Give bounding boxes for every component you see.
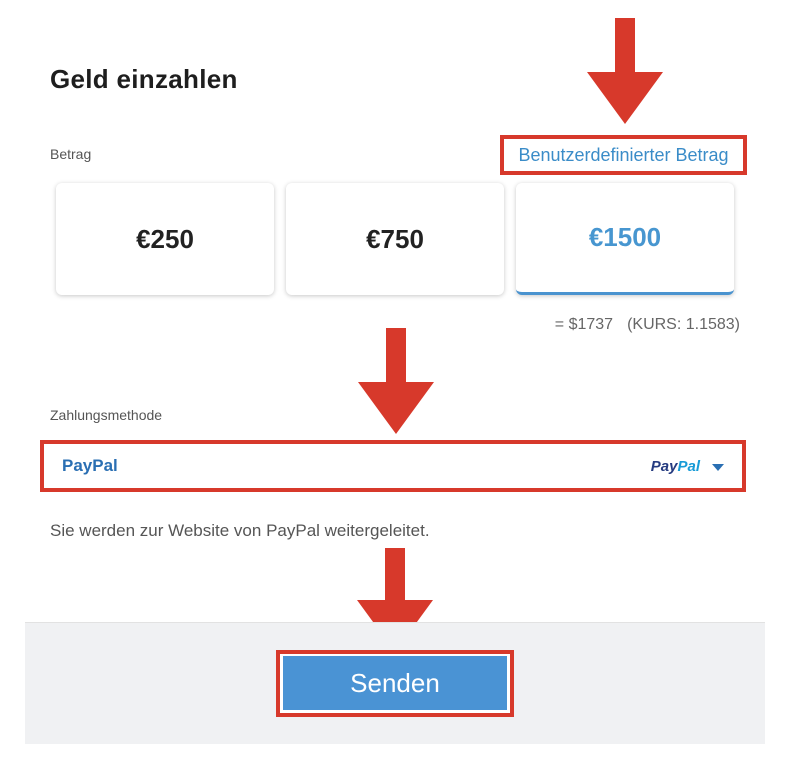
redirect-note: Sie werden zur Website von PayPal weiter… bbox=[50, 521, 430, 540]
amount-option-750[interactable]: €750 bbox=[286, 183, 504, 295]
payment-method-value: PayPal bbox=[62, 456, 118, 475]
annotation-arrow-icon bbox=[587, 18, 663, 124]
amount-option-1500[interactable]: €1500 bbox=[516, 183, 734, 295]
payment-method-select[interactable]: PayPal PayPal bbox=[40, 440, 746, 492]
chevron-down-icon[interactable] bbox=[712, 464, 724, 471]
exchange-rate: = $1737 (KURS: 1.1583) bbox=[500, 316, 740, 334]
custom-amount-link[interactable]: Benutzerdefinierter Betrag bbox=[500, 135, 747, 175]
amount-label: Betrag bbox=[50, 146, 92, 162]
amount-option-250[interactable]: €250 bbox=[56, 183, 274, 295]
paypal-logo: PayPal bbox=[650, 458, 700, 475]
footer-divider bbox=[25, 622, 765, 623]
payment-method-label: Zahlungsmethode bbox=[50, 407, 163, 423]
annotation-arrow-icon bbox=[358, 328, 434, 434]
rate-value: (KURS: 1.1583) bbox=[627, 316, 740, 333]
converted-amount: = $1737 bbox=[554, 316, 614, 333]
submit-button[interactable]: Senden bbox=[283, 656, 507, 710]
page-title: Geld einzahlen bbox=[50, 64, 238, 94]
